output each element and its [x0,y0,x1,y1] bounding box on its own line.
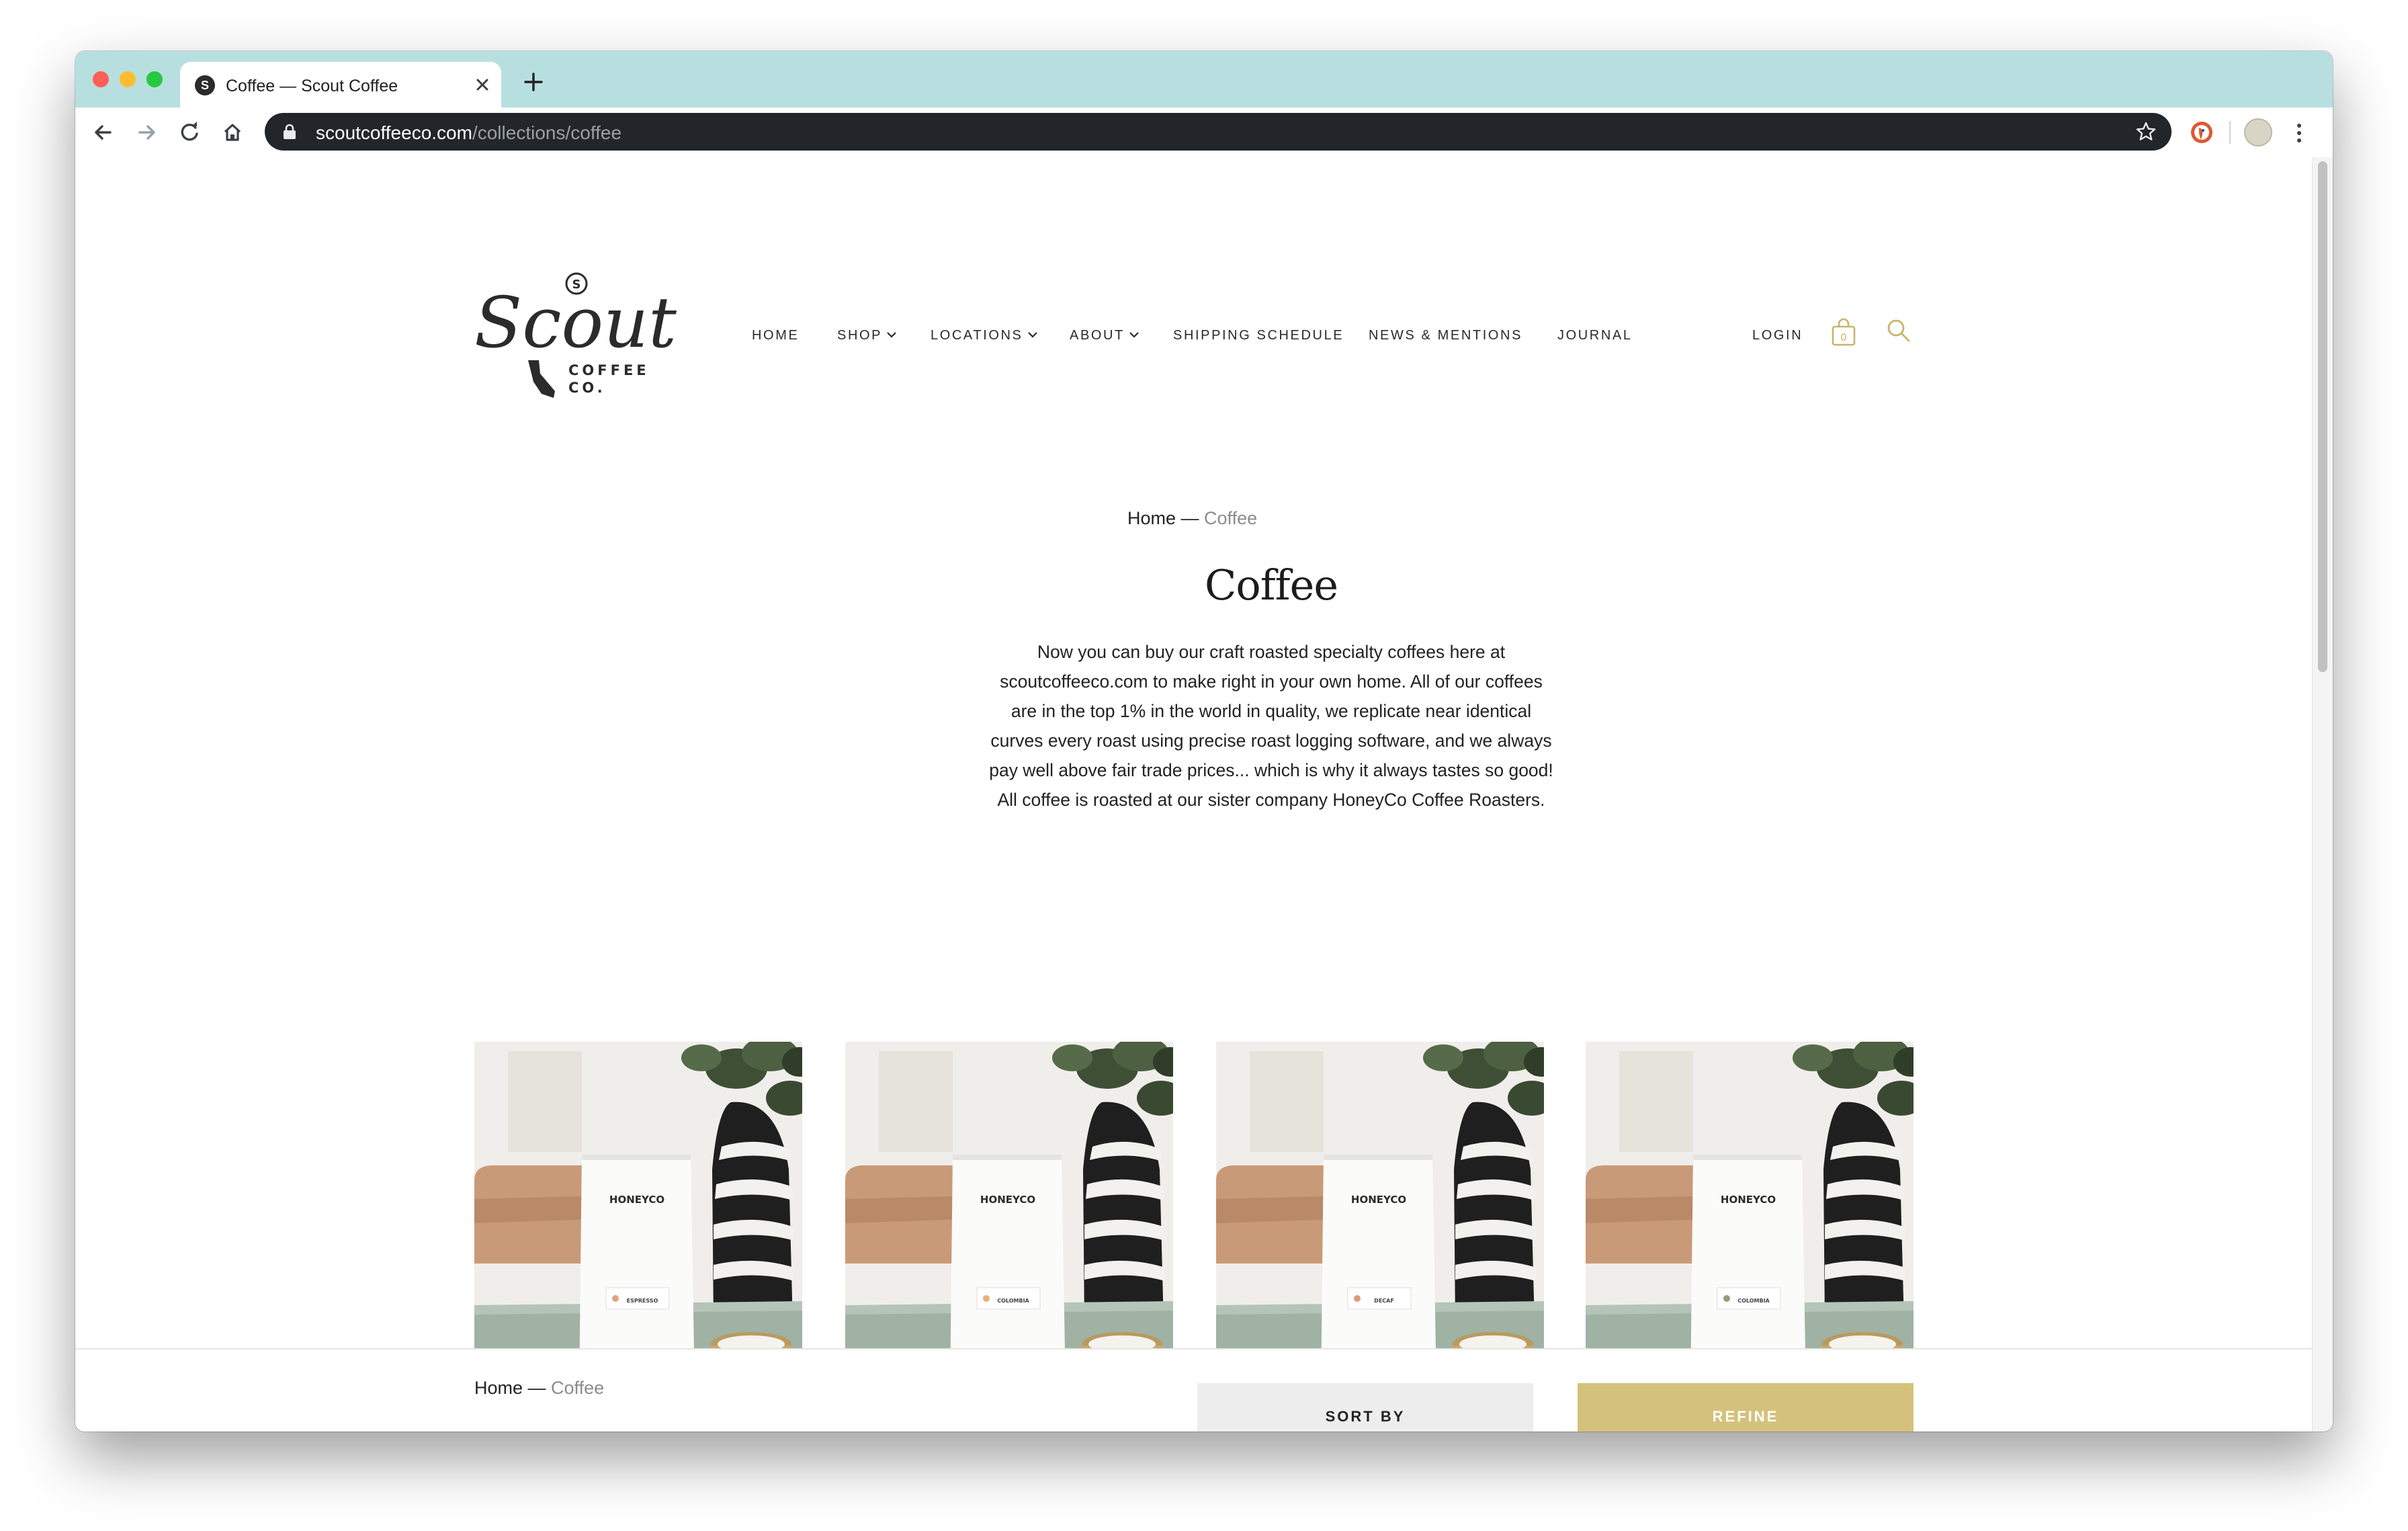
product-label: DECAF [1374,1298,1394,1304]
product-brand: HONEYCO [609,1194,664,1206]
window-minimize-button[interactable] [120,71,136,87]
browser-window: S Coffee — Scout Coffee scoutcoffeeco.co… [75,51,2333,1432]
window-close-button[interactable] [93,71,109,87]
refine-button[interactable]: REFINE [1578,1383,1914,1432]
breadcrumb-current: Coffee [551,1378,605,1398]
address-bar[interactable]: scoutcoffeeco.com/collections/coffee [265,113,2172,151]
nav-shop[interactable]: SHOP [837,328,897,343]
browser-toolbar: scoutcoffeeco.com/collections/coffee [75,108,2333,159]
description-line: curves every roast using precise roast l… [990,731,1552,751]
description-line: pay well above fair trade prices... whic… [989,760,1553,780]
cart-count: 0 [1840,331,1847,343]
product-label: COLOMBIA [1737,1298,1770,1304]
description-line: scoutcoffeeco.com to make right in your … [1000,671,1543,692]
product-brand: HONEYCO [1351,1194,1406,1206]
nav-shipping-schedule[interactable]: SHIPPING SCHEDULE [1173,328,1344,343]
product-brand: HONEYCO [980,1194,1035,1206]
logo-sub-coffee: COFFEE [568,362,650,378]
nav-about[interactable]: ABOUT [1070,328,1140,343]
window-maximize-button[interactable] [146,71,163,87]
toolbar-divider [2229,121,2231,144]
profile-avatar-icon[interactable] [2244,118,2272,147]
back-arrow-icon[interactable] [89,118,118,147]
nav-shop-label: SHOP [837,328,883,343]
tab-title: Coffee — Scout Coffee [226,77,398,95]
description-line: All coffee is roasted at our sister comp… [997,790,1545,810]
url-path: /collections/coffee [472,122,622,143]
product-brand: HONEYCO [1721,1194,1776,1206]
kebab-menu-icon[interactable] [2291,120,2307,147]
nav-locations[interactable]: LOCATIONS [931,328,1038,343]
home-icon[interactable] [218,118,247,147]
sticky-breadcrumb: Home — Coffee [474,1378,604,1399]
nav-login[interactable]: LOGIN [1752,328,1803,343]
breadcrumb-separator: — [523,1378,552,1398]
scrollbar-thumb[interactable] [2318,161,2327,672]
collection-description: Now you can buy our craft roasted specia… [888,637,1654,815]
bookmark-star-icon[interactable] [2134,120,2158,144]
breadcrumb-home-link[interactable]: Home [474,1378,523,1398]
product-label: COLOMBIA [997,1298,1029,1304]
logo-sub-co: CO. [568,380,606,396]
tab-coffee[interactable]: S Coffee — Scout Coffee [180,62,501,109]
shopping-bag-icon[interactable]: 0 [1830,317,1857,347]
chevron-down-icon [887,332,896,338]
description-line: are in the top 1% in the world in qualit… [1010,701,1532,721]
url-text[interactable]: scoutcoffeeco.com/collections/coffee [316,122,621,144]
forward-arrow-icon[interactable] [132,118,161,147]
scout-coffee-logo[interactable]: Scout S COFFEE CO. [474,272,689,399]
breadcrumb-separator: — [1176,508,1205,528]
close-icon[interactable] [470,71,494,98]
reload-icon[interactable] [175,118,204,147]
nav-about-label: ABOUT [1070,328,1125,343]
logo-badge-letter: S [572,278,581,292]
sticky-filter-bar: Home — Coffee SORT BY REFINE [75,1348,2313,1432]
chevron-down-icon [1027,332,1037,338]
california-icon [528,360,555,398]
breadcrumb: Home — Coffee [1127,508,1257,529]
breadcrumb-home-link[interactable]: Home [1127,508,1176,528]
nav-journal[interactable]: JOURNAL [1557,328,1633,343]
tab-strip: S Coffee — Scout Coffee [75,51,2333,109]
new-tab-icon[interactable] [519,67,548,97]
page-viewport: Scout S COFFEE CO. HOME SHOP LOCATIONS A… [75,157,2333,1432]
scrollbar[interactable] [2312,157,2333,1432]
favicon-icon: S [195,75,215,95]
nav-news-mentions[interactable]: NEWS & MENTIONS [1369,328,1522,343]
product-label: ESPRESSO [627,1298,658,1304]
search-icon[interactable] [1885,317,1912,344]
sort-by-button[interactable]: SORT BY [1197,1383,1533,1432]
url-host: scoutcoffeeco.com [316,122,472,143]
description-line: Now you can buy our craft roasted specia… [1037,642,1506,662]
nav-home[interactable]: HOME [752,328,799,343]
duckduckgo-extension-icon[interactable] [2189,120,2214,145]
nav-locations-label: LOCATIONS [931,328,1023,343]
lock-icon[interactable] [282,124,297,140]
chevron-down-icon [1129,332,1139,338]
breadcrumb-current: Coffee [1204,508,1258,528]
page-title: Coffee [1204,561,1338,610]
